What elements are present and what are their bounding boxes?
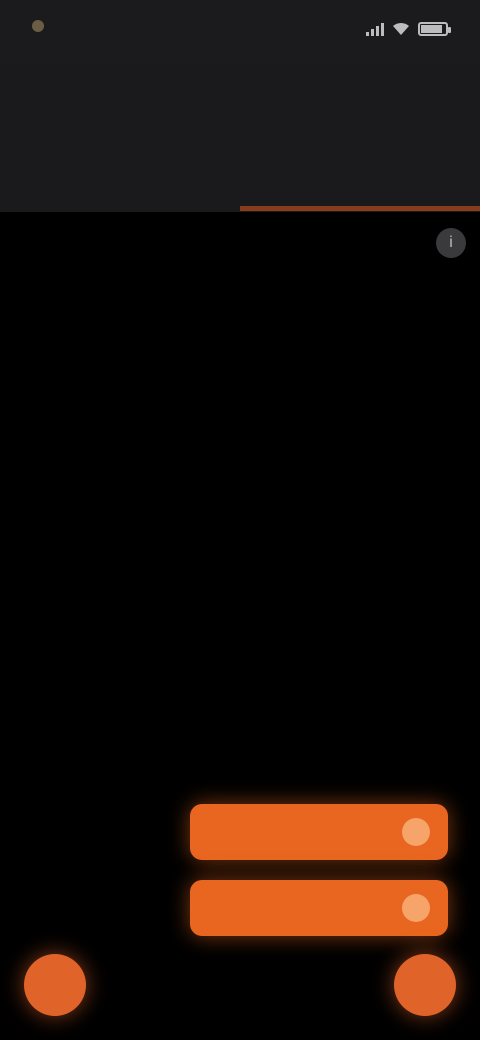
info-icon[interactable]: i xyxy=(436,228,466,258)
wifi-icon xyxy=(392,22,410,36)
mic-icon[interactable] xyxy=(24,954,86,1016)
tab-second[interactable] xyxy=(240,156,480,212)
secondary-action-button[interactable] xyxy=(190,880,448,936)
active-tab-indicator xyxy=(240,206,480,211)
battery-fill xyxy=(421,25,442,33)
camera-icon[interactable] xyxy=(394,954,456,1016)
tab-first[interactable] xyxy=(0,156,240,212)
secondary-action-icon xyxy=(402,894,430,922)
tab-bar xyxy=(0,156,480,212)
app-header xyxy=(0,64,480,212)
status-left xyxy=(32,20,54,32)
battery-icon xyxy=(418,22,451,36)
primary-action-button[interactable] xyxy=(190,804,448,860)
status-icons xyxy=(366,22,451,36)
primary-action-icon xyxy=(402,818,430,846)
status-bar xyxy=(0,0,480,64)
signal-icon xyxy=(366,22,384,36)
notification-dot-icon xyxy=(32,20,44,32)
